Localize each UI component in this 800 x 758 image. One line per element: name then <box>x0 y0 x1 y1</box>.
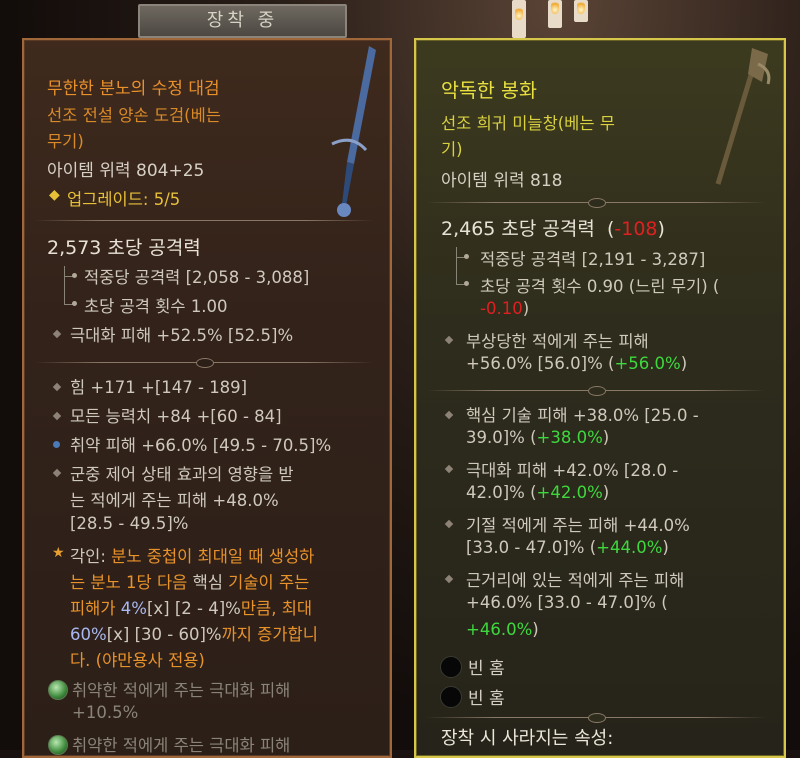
empty-socket-icon <box>440 656 462 678</box>
implicit-affix: 극대화 피해 +52.5% [52.5]% <box>70 326 294 345</box>
affix: [28.5 - 49.5]% <box>70 514 189 533</box>
empty-socket-icon <box>440 686 462 708</box>
bullet-icon <box>52 468 62 478</box>
bullet-icon <box>52 329 62 339</box>
bullet-icon <box>444 574 454 584</box>
divider <box>426 198 766 208</box>
gem-effect: +10.5% <box>72 703 139 722</box>
affix: 힘 +171 +[147 - 189] <box>70 378 248 397</box>
implicit-affix: +56.0% [56.0]% (+56.0%) <box>466 354 688 373</box>
affix: +46.0%) <box>466 620 539 639</box>
bullet-icon <box>444 410 454 420</box>
bullet-icon <box>444 519 454 529</box>
aspect-line: 60%[x] [30 - 60]%까지 증가합니 <box>70 625 318 644</box>
dps-value: 2,573 초당 공격력 <box>47 237 201 259</box>
affix: +46.0% [33.0 - 47.0]% ( <box>466 593 668 612</box>
equipped-tab[interactable]: 장착 중 <box>138 4 347 38</box>
attack-speed: 초당 공격 횟수 0.90 (느린 무기) ( <box>480 277 720 296</box>
bullet-icon <box>52 382 62 392</box>
aspect-line: 다. (야만용사 전용) <box>70 651 205 670</box>
polearm-icon <box>715 48 771 185</box>
socket-label: 빈 홈 <box>468 659 505 679</box>
equipped-item-tooltip: 무한한 분노의 수정 대검 선조 전설 양손 도검(베는 무기) 아이템 위력 … <box>22 38 392 758</box>
upgrade-level: 업그레이드: 5/5 <box>67 190 181 209</box>
item-type: 무기) <box>47 132 84 151</box>
tree-dot <box>72 301 77 306</box>
socket-label: 빈 홈 <box>468 689 505 709</box>
gem-effect: 취약한 적에게 주는 극대화 피해 <box>72 736 291 755</box>
item-type: 선조 전설 양손 도검(베는 <box>47 106 221 125</box>
damage-per-hit: 적중당 공격력 [2,058 - 3,088] <box>84 268 310 287</box>
candle-flame <box>577 0 585 14</box>
attack-speed-diff: -0.10) <box>480 299 530 318</box>
candle-flame <box>551 0 559 14</box>
candle-flame <box>515 6 523 20</box>
upgrade-icon: ◆ <box>49 187 60 203</box>
bullet-icon <box>52 411 62 421</box>
item-power: 아이템 위력 804+25 <box>47 161 205 181</box>
aspect-line: 는 분노 1당 다음 핵심 기술이 주는 <box>70 573 310 592</box>
affix: [33.0 - 47.0]% (+44.0%) <box>466 538 669 557</box>
bullet-icon <box>444 335 454 345</box>
attack-speed: 초당 공격 횟수 1.00 <box>84 297 228 316</box>
item-power: 아이템 위력 818 <box>441 171 563 191</box>
item-type: 기) <box>441 140 463 159</box>
lost-on-equip-heading: 장착 시 사라지는 속성: <box>441 728 614 749</box>
affix: 42.0]% (+42.0%) <box>466 483 610 502</box>
item-name: 무한한 분노의 수정 대검 <box>47 79 220 99</box>
divider <box>34 358 374 368</box>
item-name: 악독한 봉화 <box>441 79 537 102</box>
gem-effect: 취약한 적에게 주는 극대화 피해 <box>72 681 291 700</box>
bullet-icon <box>444 464 454 474</box>
divider <box>426 713 766 723</box>
implicit-affix: 부상당한 적에게 주는 피해 <box>466 332 649 351</box>
gem-icon <box>48 735 68 755</box>
gem-icon <box>48 680 68 700</box>
affix: 는 적에게 주는 피해 +48.0% <box>70 491 279 510</box>
aspect-star-icon: ★ <box>52 545 65 561</box>
affix: 핵심 기술 피해 +38.0% [25.0 - <box>466 406 699 425</box>
affix: 극대화 피해 +42.0% [28.0 - <box>466 461 679 480</box>
affix: 기절 적에게 주는 피해 +44.0% <box>466 516 690 535</box>
affix: 39.0]% (+38.0%) <box>466 428 610 447</box>
aspect-line: 피해가 4%[x] [2 - 4]%만큼, 최대 <box>70 599 313 618</box>
item-type: 선조 희귀 미늘창(베는 무 <box>441 114 615 133</box>
affix: 모든 능력치 +84 +[60 - 84] <box>70 407 282 426</box>
divider <box>34 220 374 221</box>
aspect-line: 각인: 분노 중첩이 최대일 때 생성하 <box>70 547 315 566</box>
greater-affix-icon <box>53 441 60 448</box>
compared-item-tooltip: 악독한 봉화 선조 희귀 미늘창(베는 무 기) 아이템 위력 818 2,46… <box>414 38 786 758</box>
affix: 취약 피해 +66.0% [49.5 - 70.5]% <box>70 436 332 455</box>
affix: 군중 제어 상태 효과의 영향을 받 <box>70 465 294 484</box>
divider <box>426 386 766 396</box>
tree-dot <box>464 281 469 286</box>
affix: 근거리에 있는 적에게 주는 피해 <box>466 571 685 590</box>
damage-per-hit: 적중당 공격력 [2,191 - 3,287] <box>480 250 706 269</box>
dps-value: 2,465 초당 공격력 (-108) <box>441 218 665 240</box>
greatsword-icon <box>331 46 376 217</box>
